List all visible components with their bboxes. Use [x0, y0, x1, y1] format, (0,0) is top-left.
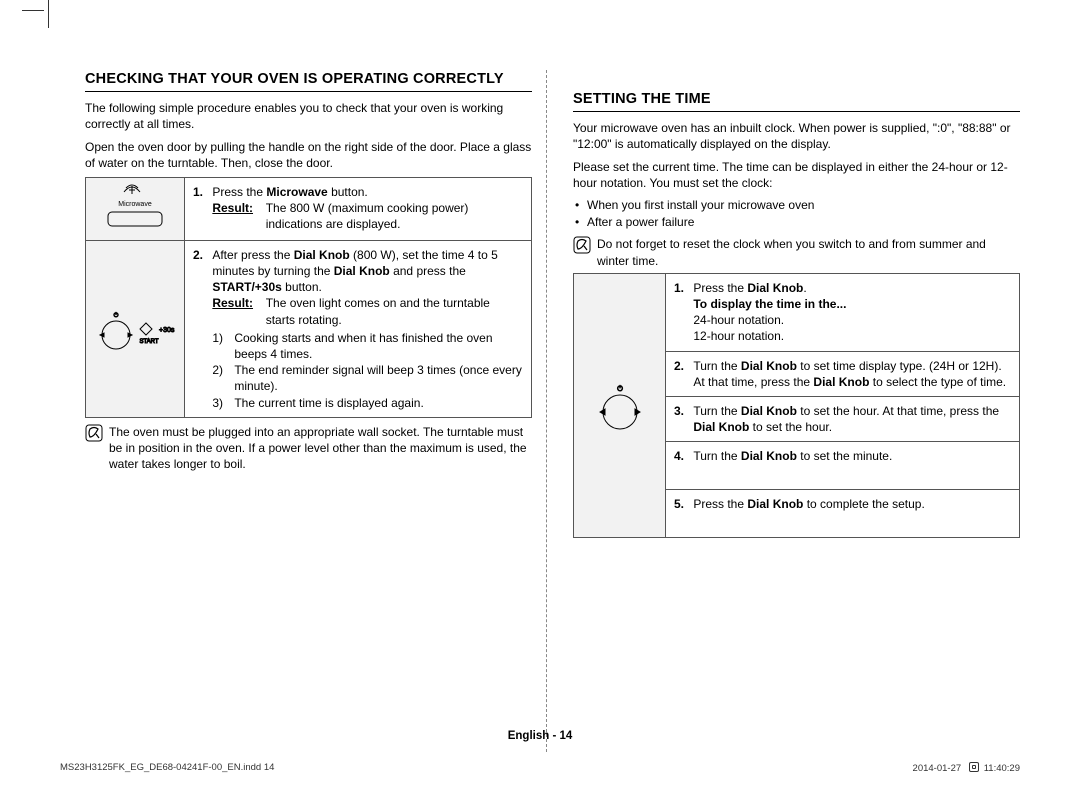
microwave-icon-label: Microwave	[118, 201, 152, 208]
right-intro-1: Your microwave oven has an inbuilt clock…	[573, 120, 1020, 152]
right-note-text: Do not forget to reset the clock when yo…	[597, 236, 1020, 268]
step-number: 5.	[674, 496, 690, 512]
step-1-cell: 1. Press the Microwave button. Result: T…	[185, 177, 532, 240]
left-column: CHECKING THAT YOUR OVEN IS OPERATING COR…	[85, 70, 547, 752]
right-bullets: When you first install your microwave ov…	[573, 197, 1020, 231]
note-icon	[85, 424, 103, 442]
left-intro-2: Open the oven door by pulling the handle…	[85, 139, 532, 171]
left-note-text: The oven must be plugged into an appropr…	[109, 424, 532, 473]
bullet-power-failure: After a power failure	[573, 214, 1020, 231]
time-step-1: 1. Press the Dial Knob. To display the t…	[666, 273, 1020, 351]
page-footer-lang: English - 14	[0, 730, 1080, 742]
result-label: Result:	[212, 295, 262, 311]
note-icon	[573, 236, 591, 254]
step-2-cell: 2. After press the Dial Knob (800 W), se…	[185, 240, 532, 417]
step-1-result: The 800 W (maximum cooking power) indica…	[266, 200, 520, 232]
step-2-sublist: Cooking starts and when it has finished …	[212, 330, 522, 411]
time-step-4: 4. Turn the Dial Knob to set the minute.	[666, 442, 1020, 490]
svg-text:⏻: ⏻	[617, 385, 623, 393]
bullet-first-install: When you first install your microwave ov…	[573, 197, 1020, 214]
step-number: 3.	[674, 403, 690, 419]
time-step-5: 5. Press the Dial Knob to complete the s…	[666, 490, 1020, 538]
step-2-sub-2: The end reminder signal will beep 3 time…	[212, 362, 522, 394]
imprint-datetime: 2014-01-27 11:40:29	[913, 762, 1020, 774]
step-number: 1.	[674, 280, 690, 296]
dial-knob-icon: ⏻	[583, 376, 657, 436]
left-note: The oven must be plugged into an appropr…	[85, 424, 532, 473]
microwave-button-icon: Microwave	[100, 184, 170, 234]
step-2-sub-3: The current time is displayed again.	[212, 395, 522, 411]
dial-start-icon: ⏻ +30s START	[94, 295, 176, 363]
time-step-2: 2. Turn the Dial Knob to set time displa…	[666, 351, 1020, 396]
step-number: 1.	[193, 184, 209, 200]
illus-dial-start: ⏻ +30s START	[86, 240, 185, 417]
right-column: SETTING THE TIME Your microwave oven has…	[573, 70, 1020, 752]
step-number: 4.	[674, 448, 690, 464]
result-label: Result:	[212, 200, 262, 216]
imprint-bar: MS23H3125FK_EG_DE68-04241F-00_EN.indd 14…	[60, 762, 1020, 774]
checking-steps-table: Microwave 1. Press the Microwave button.…	[85, 177, 532, 418]
left-intro-1: The following simple procedure enables y…	[85, 100, 532, 132]
time-step-3: 3. Turn the Dial Knob to set the hour. A…	[666, 396, 1020, 441]
svg-text:START: START	[139, 339, 158, 345]
section-heading-time: SETTING THE TIME	[573, 90, 1020, 112]
step-2-text: After press the Dial Knob (800 W), set t…	[212, 247, 522, 411]
svg-text:⏻: ⏻	[114, 312, 119, 319]
section-heading-checking: CHECKING THAT YOUR OVEN IS OPERATING COR…	[85, 70, 532, 92]
imprint-file: MS23H3125FK_EG_DE68-04241F-00_EN.indd 14	[60, 762, 274, 774]
time-steps-table: ⏻ 1. Press the Dial Knob. To display the…	[573, 273, 1020, 539]
svg-text:+30s: +30s	[159, 327, 175, 334]
step-1-text: Press the Microwave button. Result: The …	[212, 184, 522, 233]
right-intro-2: Please set the current time. The time ca…	[573, 159, 1020, 191]
illus-dial-knob: ⏻	[574, 273, 666, 538]
time-step-1-12h: 12-hour notation.	[693, 329, 784, 343]
right-note: Do not forget to reset the clock when yo…	[573, 236, 1020, 268]
step-number: 2.	[193, 247, 209, 263]
page: CHECKING THAT YOUR OVEN IS OPERATING COR…	[85, 70, 1020, 752]
crop-mark-vertical	[48, 0, 49, 28]
folio-icon	[969, 762, 979, 772]
crop-mark-horizontal	[22, 10, 44, 11]
illus-microwave-button: Microwave	[86, 177, 185, 240]
step-number: 2.	[674, 358, 690, 374]
step-2-result: The oven light comes on and the turntabl…	[266, 295, 520, 327]
time-step-1-24h: 24-hour notation.	[693, 313, 784, 327]
time-step-1-subhead: To display the time in the...	[693, 297, 846, 311]
step-2-sub-1: Cooking starts and when it has finished …	[212, 330, 522, 362]
